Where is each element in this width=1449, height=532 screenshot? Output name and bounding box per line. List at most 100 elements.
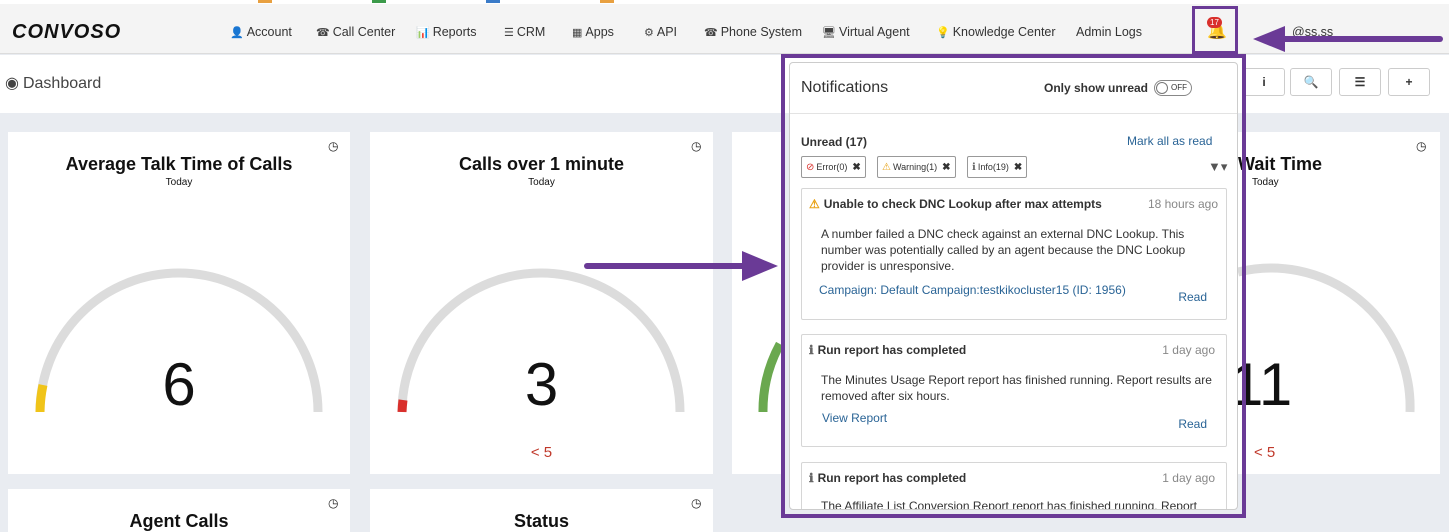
- warning-icon: ⚠: [882, 162, 891, 173]
- nav-virtual-agent[interactable]: 🖥 Virtual Agent: [822, 25, 910, 39]
- notification-item: ⚠ Unable to check DNC Lookup after max at…: [801, 188, 1227, 320]
- filter-dropdown-icon[interactable]: ▼▾: [1208, 159, 1227, 175]
- notification-count-badge: 17: [1207, 17, 1222, 28]
- notification-title: ℹ Run report has completed: [809, 343, 966, 357]
- notification-title-text: Run report has completed: [817, 343, 967, 357]
- campaign-link[interactable]: Campaign: Default Campaign:testkikoclust…: [819, 283, 1126, 297]
- nav-account-label: Account: [246, 25, 292, 39]
- bar-chart-icon: 📊: [416, 27, 430, 39]
- warning-icon: ⚠: [809, 197, 820, 211]
- only-show-unread-toggle[interactable]: OFF: [1154, 80, 1192, 96]
- gauge-threshold: < 5: [1254, 444, 1276, 461]
- widget-title: Agent Calls: [129, 511, 229, 531]
- notifications-bell-button[interactable]: 🔔 17: [1192, 6, 1238, 54]
- grid-icon: ▦: [572, 27, 583, 39]
- add-widget-button[interactable]: +: [1388, 68, 1430, 96]
- nav-reports-label: Reports: [432, 25, 477, 39]
- phone-icon: ☎: [704, 27, 718, 39]
- widget-agent-calls: Agent Calls ◷: [8, 489, 350, 532]
- gauge-value: 11: [1238, 351, 1293, 418]
- lightbulb-icon: 💡: [936, 27, 950, 39]
- notifications-panel: Notifications Only show unread OFF Unrea…: [789, 62, 1238, 510]
- filter-chip-error[interactable]: ⊘ Error(0) ✖: [801, 156, 866, 178]
- convoso-logo[interactable]: CONVOSO: [12, 21, 121, 44]
- mark-read-link[interactable]: Read: [1178, 290, 1207, 304]
- notification-body: The Minutes Usage Report report has fini…: [821, 373, 1212, 403]
- phone-icon: ☎: [316, 27, 330, 39]
- widget-calls-over-1-minute: Calls over 1 minute Today ◷ 3 < 5: [370, 132, 713, 474]
- filter-label: Error(0): [816, 162, 848, 172]
- widget-wait-time: Wait Time Today ◷ 11 < 5: [1238, 132, 1440, 474]
- notification-title: ⚠ Unable to check DNC Lookup after max at…: [809, 197, 1102, 211]
- remove-filter-icon[interactable]: ✖: [852, 162, 860, 173]
- error-icon: ⊘: [806, 162, 815, 173]
- divider: [790, 113, 1237, 114]
- gauge-fill: [758, 341, 782, 413]
- dashboard-icon: ◉: [5, 75, 19, 92]
- notifications-title: Notifications: [801, 79, 889, 96]
- toggle-knob: [1156, 82, 1168, 94]
- nav-call-center[interactable]: ☎ Call Center: [316, 25, 395, 39]
- filter-label: Info(19): [977, 162, 1009, 172]
- notification-item: ℹ Run report has completed 1 day ago The …: [801, 334, 1227, 447]
- gauge-threshold: < 5: [530, 444, 553, 461]
- mark-all-read-link[interactable]: Mark all as read: [1127, 134, 1212, 148]
- clock-icon[interactable]: ◷: [328, 496, 338, 510]
- page-title-label: Dashboard: [22, 75, 102, 92]
- mark-read-link[interactable]: Read: [1178, 417, 1207, 431]
- nav-crm[interactable]: ☰ CRM: [504, 25, 545, 39]
- nav-account[interactable]: 👤 Account: [230, 25, 292, 39]
- filter-label: Warning(1): [892, 162, 938, 172]
- arrow-to-notification: [584, 251, 778, 281]
- nav-call-center-label: Call Center: [332, 25, 396, 39]
- view-report-link[interactable]: View Report: [822, 411, 887, 425]
- list-icon: ☰: [504, 27, 514, 39]
- nav-knowledge-center[interactable]: 💡 Knowledge Center: [936, 25, 1056, 39]
- nav-api-label: API: [656, 25, 678, 39]
- widget-hidden: [732, 132, 782, 474]
- notification-time: 18 hours ago: [1147, 197, 1218, 211]
- gauge: [1238, 263, 1415, 413]
- remove-filter-icon[interactable]: ✖: [1014, 162, 1022, 173]
- info-icon: ℹ: [809, 471, 814, 485]
- page-title: ◉ Dashboard: [5, 73, 101, 93]
- clock-icon[interactable]: ◷: [691, 496, 701, 510]
- widget-title: Status: [513, 511, 569, 531]
- notification-title-text: Run report has completed: [817, 471, 967, 485]
- info-icon: ℹ: [809, 343, 814, 357]
- nav-apps[interactable]: ▦ Apps: [572, 25, 614, 39]
- widget-average-talk-time: Average Talk Time of Calls Today ◷ 6: [8, 132, 350, 474]
- user-icon: 👤: [230, 27, 244, 39]
- notification-body: The Affiliate List Conversion Report rep…: [821, 499, 1197, 510]
- list-view-button[interactable]: ☰: [1339, 68, 1381, 96]
- search-button[interactable]: 🔍: [1290, 68, 1332, 96]
- nav-admin-logs[interactable]: Admin Logs: [1076, 25, 1142, 39]
- gear-icon: ⚙: [644, 27, 654, 39]
- nav-admin-logs-label: Admin Logs: [1076, 25, 1143, 39]
- notification-item: ℹ Run report has completed 1 day ago The …: [801, 462, 1227, 510]
- notification-title: ℹ Run report has completed: [809, 471, 966, 485]
- gauge: [758, 341, 782, 413]
- toggle-state: OFF: [1171, 83, 1187, 92]
- top-navbar: CONVOSO 👤 Account ☎ Call Center 📊 Reports ☰…: [0, 4, 1449, 54]
- filter-chip-info[interactable]: ℹ Info(19) ✖: [967, 156, 1028, 178]
- nav-phone-system[interactable]: ☎ Phone System: [704, 25, 802, 39]
- info-button[interactable]: i: [1243, 68, 1285, 96]
- filter-chip-warning[interactable]: ⚠ Warning(1) ✖: [877, 156, 956, 178]
- nav-reports[interactable]: 📊 Reports: [416, 25, 476, 39]
- only-show-unread-label: Only show unread: [1044, 81, 1149, 95]
- nav-virtual-agent-label: Virtual Agent: [838, 25, 910, 39]
- gauge: [397, 268, 685, 413]
- gauge: [35, 268, 323, 413]
- notification-body: A number failed a DNC check against an e…: [821, 227, 1186, 273]
- arrow-to-bell: [1253, 26, 1443, 52]
- notification-title-text: Unable to check DNC Lookup after max att…: [823, 197, 1102, 211]
- nav-knowledge-center-label: Knowledge Center: [952, 25, 1056, 39]
- nav-apps-label: Apps: [585, 25, 614, 39]
- nav-phone-system-label: Phone System: [720, 25, 802, 39]
- notification-time: 1 day ago: [1162, 343, 1215, 357]
- gauge-value: 6: [162, 351, 196, 418]
- nav-api[interactable]: ⚙ API: [644, 25, 677, 39]
- remove-filter-icon[interactable]: ✖: [942, 162, 950, 173]
- gauge-value: 3: [524, 351, 559, 418]
